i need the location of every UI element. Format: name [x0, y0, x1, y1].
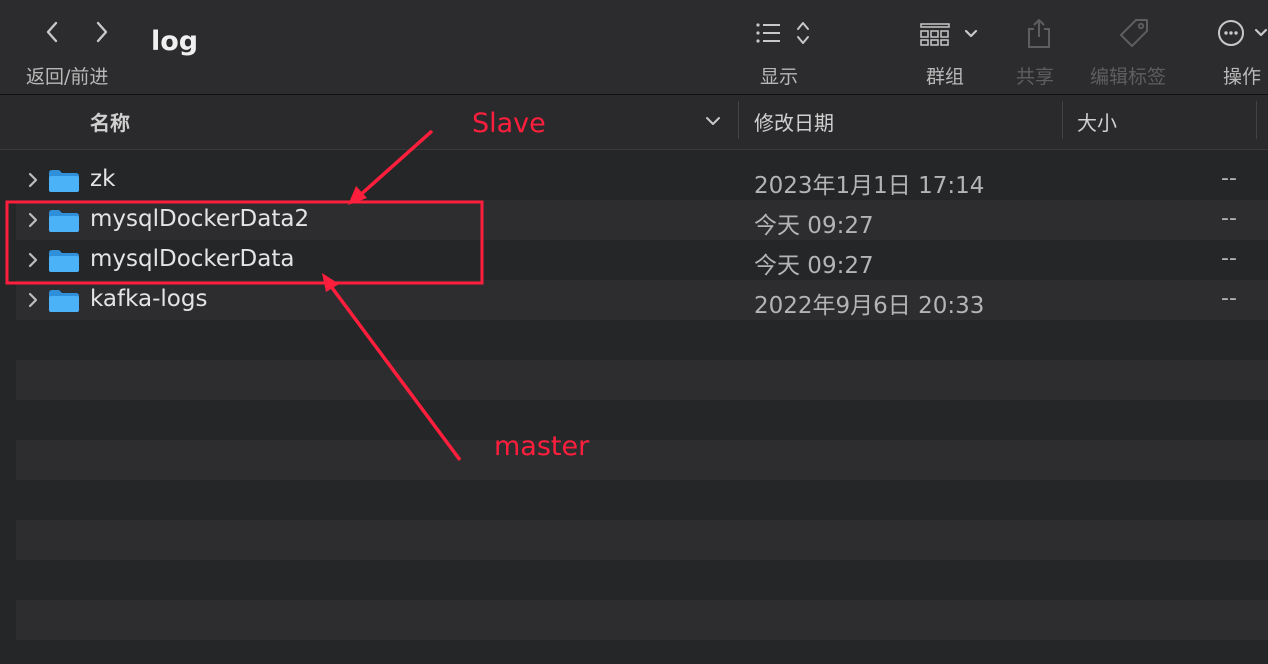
column-size[interactable]: 大小 [1077, 107, 1117, 136]
grid-group-icon [920, 23, 978, 46]
folder-icon [49, 290, 79, 312]
file-size: -- [1221, 166, 1237, 191]
window-title: log [151, 26, 199, 57]
list-item[interactable]: mysqlDockerData2 今天 09:27 -- [16, 200, 1268, 240]
share-button[interactable]: 共享 [1014, 12, 1074, 92]
slave-annotation: Slave [472, 108, 546, 139]
file-name: mysqlDockerData2 [90, 206, 310, 232]
edit-tags-label: 编辑标签 [1090, 66, 1167, 88]
folder-icon [49, 250, 79, 272]
list-item[interactable]: zk 2023年1月1日 17:14 -- [16, 160, 1268, 200]
group-label: 群组 [926, 66, 965, 88]
folder-icon [49, 170, 79, 192]
file-date: 今天 09:27 [754, 213, 874, 239]
chevron-right-icon [96, 21, 108, 43]
file-size: -- [1221, 246, 1237, 271]
file-name: kafka-logs [90, 286, 208, 312]
back-forward-label: 返回/前进 [26, 66, 109, 88]
share-label: 共享 [1016, 66, 1055, 88]
empty-row [16, 520, 1268, 560]
forward-button[interactable] [84, 16, 120, 48]
disclosure-chevron-icon[interactable] [26, 290, 40, 310]
sort-chevron-icon[interactable] [704, 115, 722, 127]
empty-row [16, 360, 1268, 400]
file-size: -- [1221, 206, 1237, 231]
edit-tags-button[interactable]: 编辑标签 [1088, 12, 1184, 92]
file-date: 2023年1月1日 17:14 [754, 173, 985, 199]
column-separator[interactable] [1062, 101, 1063, 139]
disclosure-chevron-icon[interactable] [26, 210, 40, 230]
list-view-icon [756, 22, 809, 44]
master-annotation: master [494, 431, 590, 462]
column-separator[interactable] [1256, 101, 1257, 139]
toolbar: 返回/前进 log 显示 群组 共享 编辑标签 操作 [0, 0, 1268, 94]
disclosure-chevron-icon[interactable] [26, 250, 40, 270]
chevron-left-icon [46, 21, 58, 43]
folder-icon [49, 210, 79, 232]
column-date[interactable]: 修改日期 [754, 107, 834, 136]
ellipsis-circle-icon [1218, 20, 1268, 46]
display-label: 显示 [760, 66, 799, 88]
file-date: 今天 09:27 [754, 253, 874, 279]
display-button[interactable]: 显示 [750, 12, 820, 92]
column-header: 名称 修改日期 大小 [0, 95, 1268, 150]
actions-button[interactable]: 操作 [1216, 12, 1268, 92]
column-name[interactable]: 名称 [90, 107, 130, 136]
back-button[interactable] [34, 16, 70, 48]
list-item[interactable]: mysqlDockerData 今天 09:27 -- [16, 240, 1268, 280]
file-size: -- [1221, 286, 1237, 311]
group-button[interactable]: 群组 [918, 12, 988, 92]
file-name: mysqlDockerData [90, 246, 295, 272]
empty-row [16, 440, 1268, 480]
tag-icon [1120, 19, 1148, 47]
file-name: zk [90, 166, 116, 192]
column-separator[interactable] [738, 101, 739, 139]
disclosure-chevron-icon[interactable] [26, 170, 40, 190]
actions-label: 操作 [1223, 66, 1262, 88]
file-date: 2022年9月6日 20:33 [754, 293, 985, 319]
share-icon [1028, 19, 1050, 48]
empty-row [16, 600, 1268, 640]
list-item[interactable]: kafka-logs 2022年9月6日 20:33 -- [16, 280, 1268, 320]
